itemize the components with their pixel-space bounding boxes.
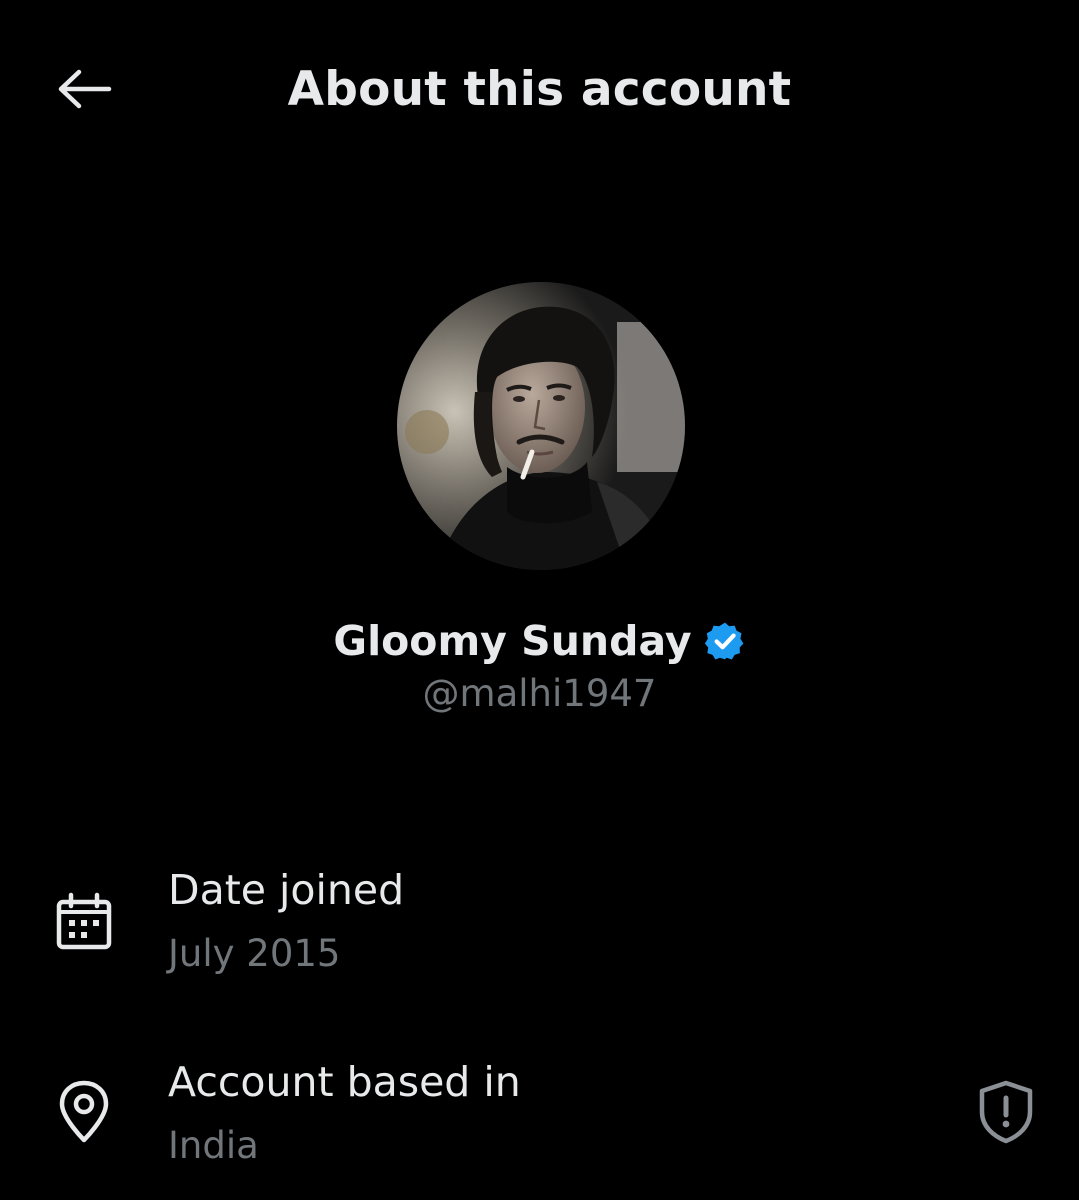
shield-alert-icon	[977, 1080, 1035, 1148]
display-name-row: Gloomy Sunday	[0, 617, 1079, 665]
account-location-label: Account based in	[168, 1058, 521, 1106]
calendar-icon	[52, 890, 116, 954]
top-bar: About this account	[0, 0, 1079, 180]
date-joined-label: Date joined	[168, 866, 405, 914]
account-location-row: Account based in India	[0, 1054, 1079, 1167]
username-handle: @malhi1947	[422, 672, 657, 715]
date-joined-row: Date joined July 2015	[0, 862, 1079, 975]
verified-badge-icon[interactable]	[704, 620, 746, 662]
display-name: Gloomy Sunday	[333, 617, 692, 665]
location-pin-icon	[52, 1080, 116, 1144]
avatar[interactable]	[397, 282, 685, 570]
location-info-button[interactable]	[972, 1080, 1040, 1148]
date-joined-value: July 2015	[168, 932, 341, 975]
page-title: About this account	[287, 62, 792, 117]
account-location-value: India	[168, 1124, 259, 1167]
